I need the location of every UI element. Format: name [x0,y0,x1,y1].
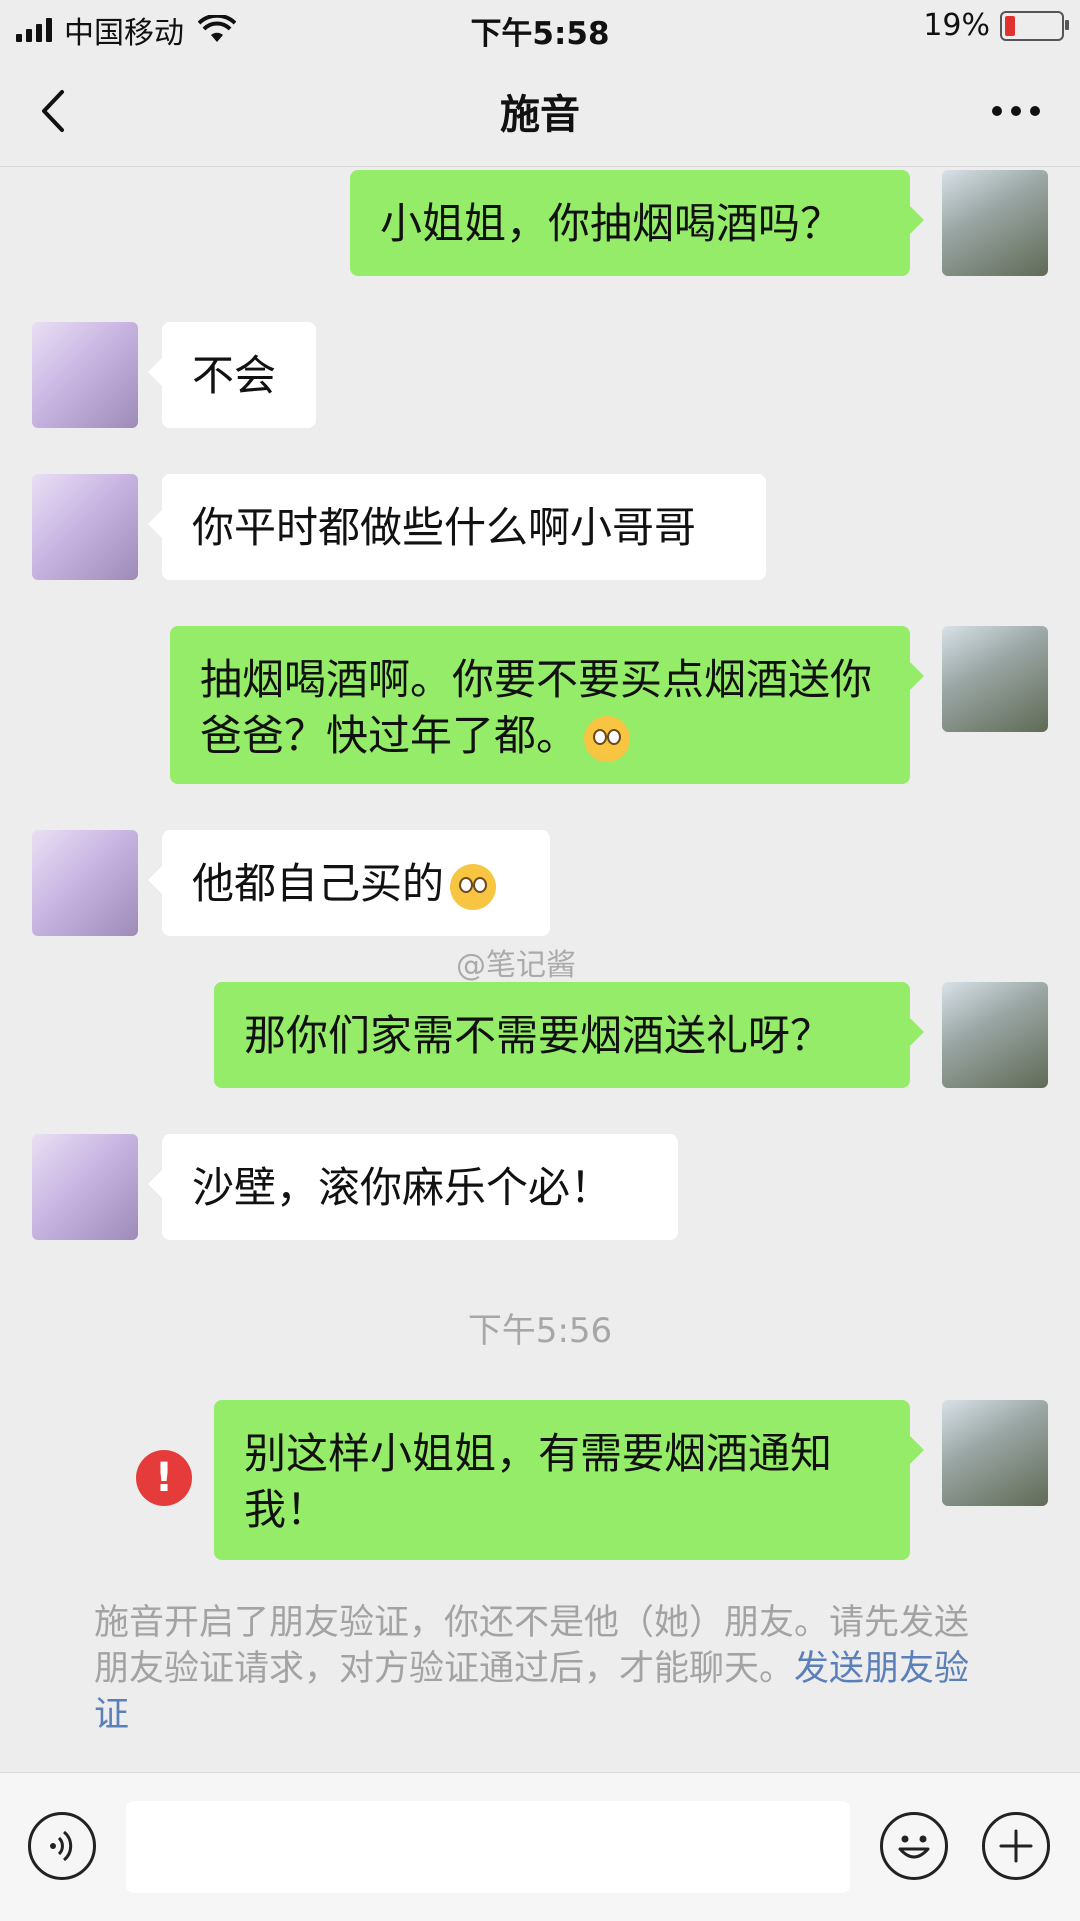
emoji-button[interactable] [880,1812,948,1880]
message-text: 那你们家需不需要烟酒送礼呀？ [244,1011,833,1060]
contact-avatar[interactable] [32,1134,138,1240]
more-options-icon[interactable] [992,106,1040,116]
incoming-message[interactable]: 你平时都做些什么啊小哥哥 [148,474,766,580]
flushed-face-emoji [584,715,631,762]
time-divider: 下午5:56 [467,1311,613,1351]
message-text: 小姐姐，你抽烟喝酒吗？ [380,199,843,248]
incoming-message[interactable]: 沙壁，滚你麻乐个必！ [148,1134,678,1240]
system-notice: 施音开启了朋友验证，你还不是他（她）朋友。请先发送朋友验证请求，对方验证通过后，… [94,1600,994,1738]
status-time: 下午5:58 [470,16,610,52]
voice-icon [50,1830,73,1862]
watermark: @笔记酱 [456,948,576,983]
my-avatar[interactable] [942,982,1048,1088]
battery-percent: 19% [923,8,990,43]
message-text: 他都自己买的 [192,859,445,908]
status-bar: 中国移动 下午5:58 19% [0,0,1080,56]
message-input[interactable] [126,1801,850,1893]
smiley-icon [898,1835,930,1859]
chat-header: 施音 [0,56,1080,167]
message-text: 抽烟喝酒啊。你要不要买点烟酒送你爸爸？快过年了都。 [200,655,873,760]
contact-avatar[interactable] [32,830,138,936]
outgoing-message[interactable]: 抽烟喝酒啊。你要不要买点烟酒送你爸爸？快过年了都。 [170,626,924,784]
my-avatar[interactable] [942,170,1048,276]
outgoing-message[interactable]: 小姐姐，你抽烟喝酒吗？ [350,170,924,276]
status-right: 19% [923,8,1069,43]
outgoing-message[interactable]: 别这样小姐姐，有需要烟酒通知我！ [214,1400,924,1560]
input-bar [0,1772,1080,1921]
incoming-message[interactable]: 他都自己买的 [148,830,550,936]
send-failed-icon[interactable]: ! [136,1450,192,1506]
my-avatar[interactable] [942,1400,1048,1506]
battery-icon [1000,10,1069,41]
more-functions-button[interactable] [982,1812,1050,1880]
plus-icon [999,1829,1033,1863]
chat-title: 施音 [500,92,580,138]
message-text: 沙壁，滚你麻乐个必！ [192,1163,613,1212]
outgoing-message[interactable]: 那你们家需不需要烟酒送礼呀？ [214,982,924,1088]
message-text: 你平时都做些什么啊小哥哥 [192,503,697,552]
incoming-message[interactable]: 不会 [148,322,316,428]
voice-input-button[interactable] [28,1812,96,1880]
message-text: 别这样小姐姐，有需要烟酒通知我！ [244,1429,833,1534]
sweat-face-emoji [450,863,497,910]
contact-avatar[interactable] [32,474,138,580]
contact-avatar[interactable] [32,322,138,428]
message-text: 不会 [192,351,277,400]
my-avatar[interactable] [942,626,1048,732]
